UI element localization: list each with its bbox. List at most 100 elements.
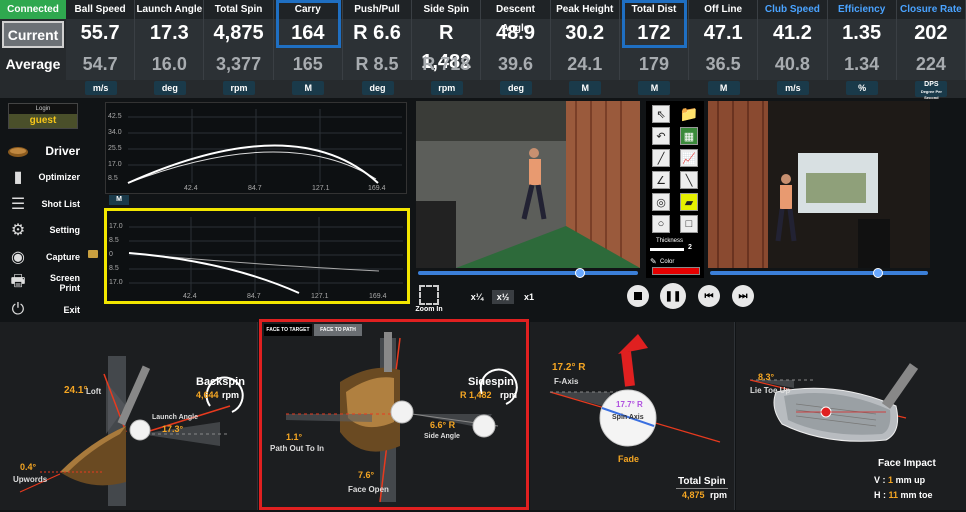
menu-item-exit[interactable]: ⏻ Exit — [6, 298, 92, 322]
stat-current-value: 164 — [273, 19, 343, 48]
x-tick-label: 169.4 — [369, 293, 387, 300]
stat-header[interactable]: Descent Angle — [481, 0, 551, 34]
menu-item-capture[interactable]: ◉ Capture — [6, 245, 92, 269]
y-tick-label: 17.0 — [108, 161, 122, 168]
y-tick-label: 8.5 — [108, 175, 118, 182]
forward-button[interactable]: ⏭ — [732, 285, 754, 307]
speed-half-button[interactable]: x½ — [492, 290, 514, 304]
club-selector[interactable]: Driver — [6, 140, 92, 162]
stat-average-value: 165 — [273, 48, 343, 80]
face-open-label: Face Open — [348, 485, 389, 494]
stat-header[interactable]: Ball Speed — [66, 0, 136, 19]
stat-header[interactable]: Total Dist — [619, 0, 690, 19]
video-left-scrubber-knob[interactable] — [575, 268, 585, 278]
stat-current-value: 17.3 — [135, 19, 205, 48]
angle-tool-icon[interactable]: ∠ — [652, 171, 670, 189]
stat-unit-text: M — [581, 83, 589, 93]
stat-unit-text: m/s — [785, 83, 801, 93]
pause-button[interactable]: ❚❚ — [660, 283, 686, 309]
highlighter-tool-icon[interactable]: ▰ — [680, 193, 698, 211]
stat-header[interactable]: Push/Pull — [342, 0, 413, 19]
line-draw-tool-icon[interactable]: ╲ — [680, 171, 698, 189]
video-left-scrubber[interactable] — [418, 271, 638, 275]
zoom-in-button[interactable] — [419, 285, 439, 305]
total-spin-underline — [676, 488, 728, 489]
trajectory-top-graph[interactable]: 17.0 8.5 0 8.5 17.0 42.4 84.7 127.1 169.4 — [104, 208, 410, 304]
stat-unit-text: DPS — [924, 81, 939, 88]
graph-tool-icon[interactable]: 📈 — [680, 149, 698, 167]
stat-header[interactable]: Carry — [273, 0, 343, 19]
stat-column: Closure Rate 202 224 DPS Degree Per Second — [896, 0, 966, 100]
y-tick-label: 0 — [109, 251, 113, 258]
stat-header[interactable]: Total Spin — [204, 0, 274, 19]
horizontal-impact: H : 11 mm toe — [874, 490, 933, 500]
circle-tool-icon[interactable]: ○ — [652, 215, 670, 233]
vertical-impact-text: mm up — [895, 475, 926, 485]
login-box[interactable]: Login guest — [8, 103, 78, 129]
folder-tool-icon[interactable]: 📁 — [680, 105, 699, 123]
stat-header[interactable]: Peak Height — [550, 0, 620, 19]
menu-item-label: Screen Print — [49, 273, 80, 293]
menu-item-shot-list[interactable]: ☰ Shot List — [6, 192, 92, 216]
pointer-tool-icon[interactable]: ⇖ — [652, 105, 670, 123]
stat-unit-text: % — [858, 83, 867, 93]
horizontal-impact-value: 11 — [888, 490, 899, 500]
menu-item-setting[interactable]: ⚙ Setting — [6, 218, 92, 242]
circle-target-tool-icon[interactable]: ◎ — [652, 193, 670, 211]
line-tool-icon[interactable]: ╱ — [652, 149, 670, 167]
stop-button[interactable] — [627, 285, 649, 307]
top-view-plot — [128, 217, 403, 294]
video-right[interactable] — [708, 101, 930, 268]
stat-unit-text: M — [719, 83, 728, 93]
menu-item-screen-print[interactable]: 🖶 Screen Print — [6, 271, 92, 295]
color-picker-icon[interactable]: ✎ — [650, 257, 657, 266]
y-tick-label: 25.5 — [108, 145, 122, 152]
video-right-scrubber[interactable] — [710, 271, 928, 275]
stat-average-value: 224 — [896, 48, 966, 80]
stat-header[interactable]: Side Spin — [412, 0, 482, 19]
speed-quarter-button[interactable]: x¼ — [466, 290, 488, 304]
stat-average-value: 39.6 — [481, 48, 551, 80]
color-swatch[interactable] — [652, 267, 700, 275]
stats-table: Connected Current Average Ball Speed 55.7… — [0, 0, 966, 100]
stat-average-value: 36.5 — [689, 48, 759, 80]
face-path-diagram — [286, 332, 518, 503]
spreadsheet-tool-icon[interactable]: ▦ — [680, 127, 698, 145]
row-current-button[interactable]: Current — [2, 21, 64, 48]
stat-unit-text: m/s — [92, 83, 109, 93]
club-name: Driver — [45, 144, 80, 158]
horizontal-impact-label: H : — [874, 490, 886, 500]
square-tool-icon[interactable]: □ — [680, 215, 698, 233]
menu-item-optimizer[interactable]: ▮ Optimizer — [6, 165, 92, 189]
side-view-plot — [127, 109, 402, 184]
stat-header[interactable]: Closure Rate — [896, 0, 966, 19]
speed-full-button[interactable]: x1 — [518, 290, 540, 304]
stat-current-value: R 1,482 — [412, 19, 482, 73]
stat-column: Total Spin 4,875 3,377 rpm — [204, 0, 274, 98]
shot-shape: Fade — [618, 454, 640, 464]
stat-average-value: 179 — [619, 48, 690, 80]
exit-icon: ⏻ — [11, 300, 25, 318]
capture-folder-icon[interactable] — [88, 250, 98, 258]
stat-unit-text: deg — [161, 83, 178, 93]
face-impact-title: Face Impact — [878, 458, 936, 469]
video-right-scrubber-knob[interactable] — [873, 268, 883, 278]
thickness-slider[interactable] — [650, 248, 684, 251]
row-average-label[interactable]: Average — [0, 48, 66, 80]
stat-average-value: 24.1 — [550, 48, 620, 80]
stat-unit: rpm — [430, 81, 463, 95]
menu-item-label: Capture — [45, 251, 80, 262]
launch-angle-value: 17.3° — [162, 424, 184, 434]
vertical-impact-value: 1 — [888, 475, 894, 485]
stat-column: Club Speed 41.2 40.8 m/s — [758, 0, 828, 98]
swing-video-frame-right — [708, 101, 930, 268]
rewind-button[interactable]: ⏮ — [698, 285, 720, 307]
stat-column: Ball Speed 55.7 54.7 m/s — [66, 0, 136, 98]
stat-header[interactable]: Launch Angle — [135, 0, 205, 19]
video-left[interactable] — [416, 101, 640, 268]
stat-header[interactable]: Off Line — [689, 0, 759, 19]
stat-header[interactable]: Efficiency — [827, 0, 897, 19]
launch-angle-label: Launch Angle — [152, 414, 199, 421]
stat-header[interactable]: Club Speed — [758, 0, 828, 19]
undo-tool-icon[interactable]: ↶ — [652, 127, 670, 145]
